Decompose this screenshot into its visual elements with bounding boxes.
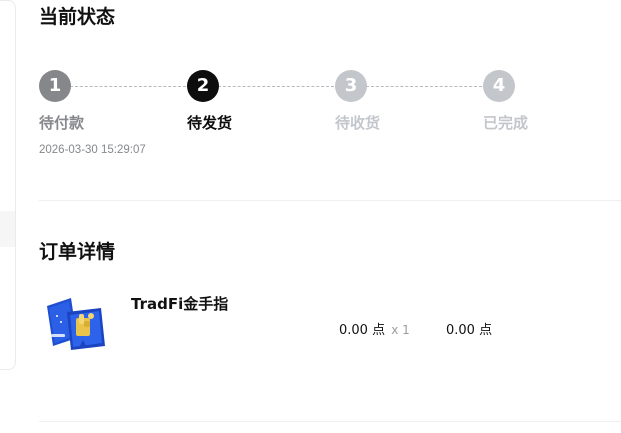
bottom-divider (39, 421, 621, 422)
step-2-label: 待发货 (187, 114, 233, 132)
section-divider (39, 200, 621, 201)
payment-timestamp: 2026-03-30 15:29:07 (39, 144, 146, 156)
step-1-circle: 1 (39, 70, 71, 102)
step-3-circle: 3 (335, 70, 367, 102)
step-4-label: 已完成 (483, 114, 529, 132)
item-quantity: x 1 (391, 323, 410, 337)
unit-price-value: 0.00 (339, 323, 368, 338)
unit-price-unit: 点 (372, 323, 386, 338)
step-4-circle: 4 (483, 70, 515, 102)
order-detail-title: 订单详情 (39, 241, 116, 263)
step-2-circle: 2 (187, 70, 219, 102)
product-name[interactable]: TradFi金手指 (131, 293, 228, 314)
order-page: 当前状态 1 2 3 4 待付款 待发货 待收货 已完成 2026-03-30 … (0, 0, 621, 433)
step-connector-2-3 (218, 86, 334, 87)
item-subtotal: 0.00 点 (446, 319, 492, 338)
side-panel-highlight (0, 211, 15, 247)
gold-finger-product-image (47, 298, 105, 350)
step-connector-1-2 (70, 86, 186, 87)
order-progress-steps: 1 2 3 4 待付款 待发货 待收货 已完成 2026-03-30 15:29… (0, 0, 621, 170)
step-connector-3-4 (366, 86, 482, 87)
step-3-label: 待收货 (335, 114, 381, 132)
step-1-label: 待付款 (39, 114, 85, 132)
subtotal-unit: 点 (479, 323, 493, 338)
unit-price: 0.00 点 x 1 (339, 319, 410, 338)
subtotal-value: 0.00 (446, 323, 475, 338)
